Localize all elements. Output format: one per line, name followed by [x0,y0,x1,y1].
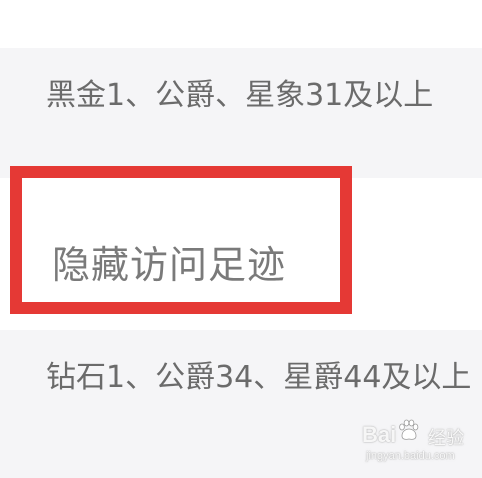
watermark-sub: 经验 [428,428,464,449]
requirement-description-row: 黑金1、公爵、星象31及以上 [0,48,482,178]
baidu-jingyan-watermark: Bai 经验 jingyan.baidu.com [362,418,478,470]
setting-title-hide-visit-footprint: 隐藏访问足迹 [52,243,287,287]
requirement-text: 钻石1、公爵34、星爵44及以上 [46,360,472,395]
watermark-url: jingyan.baidu.com [366,450,455,462]
watermark-brand: Bai [362,422,397,447]
top-spacer [0,0,482,48]
settings-screen: 黑金1、公爵、星象31及以上 隐藏访问足迹 钻石1、公爵34、星爵44及以上 B… [0,0,482,478]
paw-icon [399,419,419,440]
requirement-text: 黑金1、公爵、星象31及以上 [46,78,434,113]
